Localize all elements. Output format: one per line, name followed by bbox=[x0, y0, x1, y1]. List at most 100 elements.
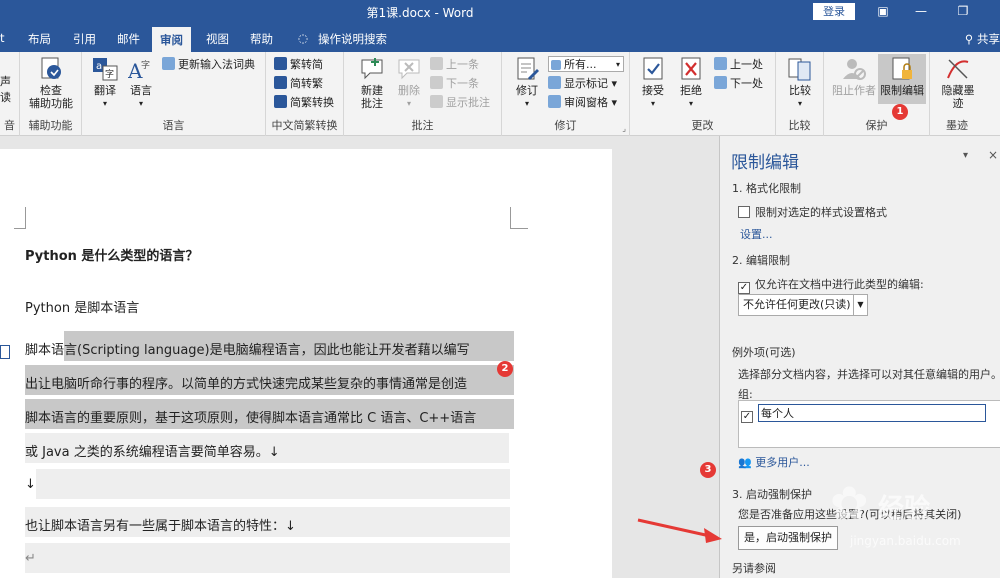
hide-ink-button[interactable]: 隐藏墨 迹 bbox=[936, 56, 980, 110]
svg-text:字: 字 bbox=[105, 68, 114, 80]
everyone-checkbox[interactable]: ✓ 每个人 bbox=[741, 404, 986, 423]
doc-para-line4[interactable]: 或 Java 之类的系统编程语言要简单容易。↓ bbox=[25, 441, 280, 460]
track-changes-button[interactable]: 修订 ▾ bbox=[510, 56, 544, 110]
chevron-down-icon: ▾ bbox=[688, 99, 693, 108]
close-icon[interactable]: × bbox=[988, 148, 998, 162]
track-changes-icon bbox=[514, 56, 540, 82]
simp-to-trad-button[interactable]: 简转繁 bbox=[274, 76, 323, 92]
exceptions-heading: 例外项(可选) bbox=[732, 346, 796, 359]
layout-options-icon[interactable] bbox=[0, 345, 10, 359]
doc-para-line1[interactable]: 脚本语言(Scripting language)是电脑编程语言，因此也能让开发者… bbox=[25, 339, 470, 358]
review-pane-button[interactable]: 审阅窗格 ▾ bbox=[548, 95, 617, 111]
group-label-tracking: 修订 bbox=[554, 119, 577, 132]
checked-icon: ✓ bbox=[741, 411, 753, 423]
crop-mark-left bbox=[14, 207, 26, 229]
minimize-icon[interactable]: — bbox=[910, 2, 932, 20]
tab-help[interactable]: 帮助 bbox=[250, 31, 273, 47]
ribbon-tabs: t 布局 引用 邮件 审阅 视图 帮助 ◌ 操作说明搜索 ⚲ 共享 bbox=[0, 24, 1000, 52]
read-aloud-label[interactable]: 声 bbox=[0, 74, 11, 90]
next-comment-button[interactable]: 下一条 bbox=[430, 76, 479, 92]
tab-view[interactable]: 视图 bbox=[206, 31, 229, 47]
next-change-button[interactable]: 下一处 bbox=[714, 76, 763, 92]
share-button[interactable]: ⚲ 共享 bbox=[965, 31, 1000, 47]
tab-references[interactable]: 引用 bbox=[73, 31, 96, 47]
delete-comment-button[interactable]: 删除 ▾ bbox=[394, 56, 424, 110]
pane-options-icon[interactable]: ▾ bbox=[963, 150, 968, 161]
watermark-url: jingyan.baidu.com bbox=[850, 534, 961, 548]
markup-display-select[interactable]: 所有... ▾ bbox=[548, 56, 624, 72]
trad-to-simp-button[interactable]: 繁转简 bbox=[274, 57, 323, 73]
check-accessibility-button[interactable]: 检查 辅助功能 bbox=[28, 56, 74, 110]
tab-mailings[interactable]: 邮件 bbox=[117, 31, 140, 47]
block-authors-button[interactable]: 阻止作者 bbox=[830, 56, 878, 97]
doc-heading[interactable]: Python 是什么类型的语言？ bbox=[25, 245, 198, 264]
formatting-checkbox[interactable]: 限制对选定的样式设置格式 bbox=[738, 204, 887, 220]
reject-icon bbox=[678, 56, 704, 82]
block-authors-label: 阻止作者 bbox=[832, 84, 876, 97]
language-button[interactable]: A字 语言 ▾ bbox=[124, 56, 158, 110]
watermark: ✿ 经验 jingyan.baidu.com bbox=[820, 474, 996, 574]
chevron-down-icon: ▼ bbox=[853, 295, 867, 315]
group-changes: 接受 ▾ 拒绝 ▾ 上一处 下一处 更改 bbox=[630, 52, 776, 136]
restrict-editing-label: 限制编辑 bbox=[880, 84, 924, 97]
accept-label: 接受 bbox=[642, 84, 664, 97]
update-ime-button[interactable]: 更新输入法词典 bbox=[162, 57, 255, 73]
next-comment-icon bbox=[430, 76, 443, 89]
new-comment-button[interactable]: 新建 批注 bbox=[352, 56, 392, 110]
show-comments-icon bbox=[430, 95, 443, 108]
convert-button[interactable]: 简繁转换 bbox=[274, 95, 334, 111]
group-ink: 隐藏墨 迹 墨迹 bbox=[930, 52, 984, 136]
document-page[interactable]: Python 是什么类型的语言？ Python 是脚本语言 脚本语言(Scrip… bbox=[0, 149, 612, 578]
chevron-down-icon: ▾ bbox=[406, 99, 411, 108]
read-label[interactable]: 读 bbox=[0, 90, 11, 106]
users-icon: 👥 bbox=[738, 456, 756, 469]
accept-button[interactable]: 接受 ▾ bbox=[638, 56, 668, 110]
tab-partial[interactable]: t bbox=[0, 31, 5, 45]
doc-para-line6[interactable]: 也让脚本语言另有一些属于脚本语言的特性：↓ bbox=[25, 515, 296, 534]
group-compare: 比较 ▾ 比较 bbox=[776, 52, 824, 136]
reject-button[interactable]: 拒绝 ▾ bbox=[676, 56, 706, 110]
tab-review[interactable]: 审阅 bbox=[152, 27, 191, 52]
hide-ink-label2: 迹 bbox=[952, 97, 964, 110]
block-authors-icon bbox=[841, 56, 867, 82]
restore-icon[interactable]: ❐ bbox=[952, 2, 974, 20]
tab-layout[interactable]: 布局 bbox=[28, 31, 51, 47]
new-comment-icon bbox=[359, 56, 385, 82]
translate-button[interactable]: a字 翻译 ▾ bbox=[88, 56, 122, 110]
tell-me-search[interactable]: 操作说明搜索 bbox=[318, 31, 387, 47]
doc-para-line2[interactable]: 出让电脑听命行事的程序。以简单的方式快速完成某些复杂的事情通常是创造 bbox=[25, 373, 467, 392]
compare-button[interactable]: 比较 ▾ bbox=[784, 56, 816, 110]
convert-icon bbox=[274, 95, 287, 108]
login-button[interactable]: 登录 bbox=[813, 3, 855, 20]
section-enforce: 3. 启动强制保护 bbox=[732, 488, 812, 501]
hide-ink-icon bbox=[945, 56, 971, 82]
restrict-editing-button[interactable]: 限制编辑 bbox=[878, 54, 926, 104]
show-comments-button[interactable]: 显示批注 bbox=[430, 95, 490, 111]
ribbon-display-icon[interactable]: ▣ bbox=[872, 2, 894, 20]
settings-link[interactable]: 设置... bbox=[740, 226, 773, 242]
markup-icon bbox=[551, 60, 561, 70]
accessibility-icon bbox=[38, 56, 64, 82]
dialog-launcher-icon[interactable]: ⌟ bbox=[622, 124, 626, 133]
chevron-down-icon: ▾ bbox=[797, 99, 802, 108]
next-change-icon bbox=[714, 76, 727, 89]
more-users-link[interactable]: 👥 更多用户... bbox=[738, 454, 810, 470]
doc-para-line3[interactable]: 脚本语言的重要原则，基于这项原则，使得脚本语言通常比 C 语言、C++语言 bbox=[25, 407, 476, 426]
show-markup-button[interactable]: 显示标记 ▾ bbox=[548, 76, 617, 92]
prev-change-button[interactable]: 上一处 bbox=[714, 57, 763, 73]
crop-mark-right bbox=[510, 207, 528, 229]
dictionary-icon bbox=[162, 57, 175, 70]
next-comment-label: 下一条 bbox=[446, 77, 479, 90]
chevron-down-icon: ▾ bbox=[650, 99, 655, 108]
prev-comment-button[interactable]: 上一条 bbox=[430, 57, 479, 73]
window-title: 第1课.docx - Word bbox=[366, 6, 474, 20]
paw-icon: ✿ bbox=[830, 476, 869, 530]
doc-para-line7[interactable]: ↵ bbox=[25, 551, 36, 566]
editing-checkbox[interactable]: ✓ 仅允许在文档中进行此类型的编辑: bbox=[738, 276, 924, 294]
group-chinese-conversion: 繁转简 简转繁 简繁转换 中文简繁转换 bbox=[266, 52, 344, 136]
edit-type-select[interactable]: 不允许任何更改(只读) ▼ bbox=[738, 294, 868, 316]
check-label: 检查 bbox=[40, 84, 62, 97]
language-label: 语言 bbox=[130, 84, 152, 97]
doc-subheading[interactable]: Python 是脚本语言 bbox=[25, 297, 139, 316]
doc-para-line5[interactable]: ↓ bbox=[25, 477, 36, 492]
